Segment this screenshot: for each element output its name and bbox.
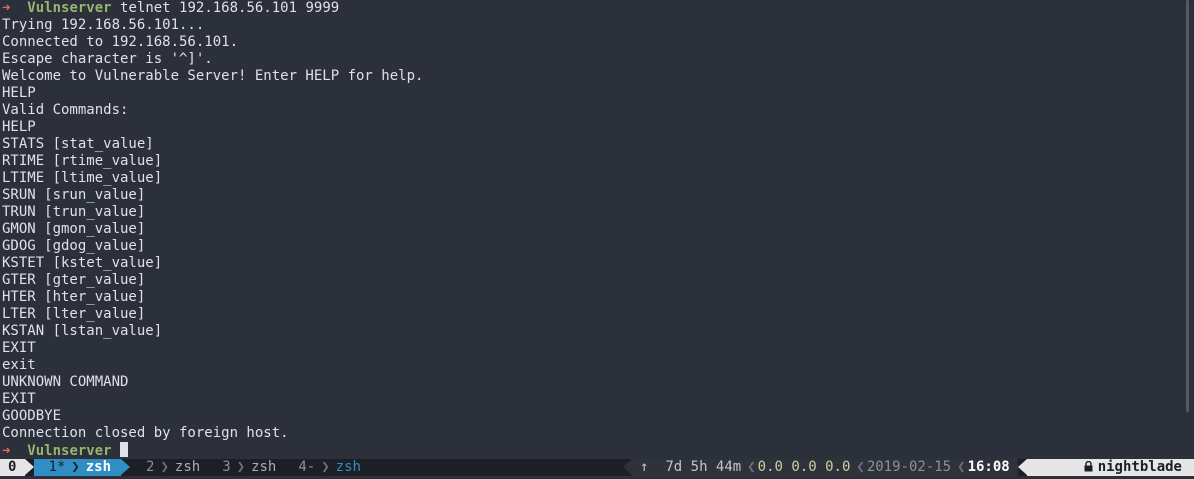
terminal-output[interactable]: ➜ Vulnserver telnet 192.168.56.101 9999 … <box>2 0 1178 459</box>
scrollbar-thumb[interactable] <box>1186 0 1189 412</box>
window-tab-4[interactable]: 4- ❯ zsh <box>282 459 367 476</box>
output-line: KSTET [kstet_value] <box>2 255 163 271</box>
window-index: 3 <box>222 459 231 475</box>
prompt-directory: Vulnserver <box>27 443 112 459</box>
output-line: Connection closed by foreign host. <box>2 425 289 441</box>
output-line: HELP <box>2 119 36 135</box>
window-tab-2[interactable]: 2 ❯ zsh <box>130 459 206 476</box>
output-line: Valid Commands: <box>2 102 129 118</box>
output-line: TRUN [trun_value] <box>2 204 146 220</box>
load-average: 0.0 0.0 0.0 <box>757 459 851 475</box>
lock-icon <box>1031 442 1098 479</box>
command-line: ➜ Vulnserver telnet 192.168.56.101 9999 <box>2 0 1178 17</box>
output-line: STATS [stat_value] <box>2 136 154 152</box>
output-line: Connected to 192.168.56.101. <box>2 34 239 50</box>
output-line: EXIT <box>2 391 36 407</box>
command-text: telnet 192.168.56.101 9999 <box>120 0 340 16</box>
scrollbar[interactable] <box>1183 0 1192 459</box>
output-line: EXIT <box>2 340 36 356</box>
chevron-right-icon: ❯ <box>236 459 246 475</box>
output-line: GMON [gmon_value] <box>2 221 146 237</box>
uptime: ↑ 7d 5h 44m <box>640 459 742 475</box>
output-line: GDOG [gdog_value] <box>2 238 146 254</box>
prompt-directory: Vulnserver <box>27 0 112 16</box>
chevron-right-icon: ❯ <box>160 459 169 475</box>
chevron-left-icon: ❮ <box>856 459 865 475</box>
window-name: zsh <box>85 459 112 475</box>
window-name: zsh <box>174 459 201 475</box>
prompt-arrow-icon: ➜ <box>2 0 11 16</box>
powerline-arrow-icon <box>623 459 633 475</box>
powerline-arrow-icon <box>25 459 35 475</box>
output-line: Trying 192.168.56.101... <box>2 17 205 33</box>
output-line: SRUN [srun_value] <box>2 187 146 203</box>
output-line: Welcome to Vulnerable Server! Enter HELP… <box>2 68 424 84</box>
output-line: LTER [lter_value] <box>2 306 146 322</box>
output-line: HTER [hter_value] <box>2 289 146 305</box>
chevron-right-icon: ❯ <box>71 459 80 475</box>
chevron-right-icon: ❯ <box>321 459 330 475</box>
window-index: 4- <box>298 459 316 475</box>
window-tab-3[interactable]: 3 ❯ zsh <box>206 459 282 476</box>
output-line: KSTAN [lstan_value] <box>2 323 163 339</box>
window-name: zsh <box>251 459 277 475</box>
window-index: 2 <box>146 459 155 475</box>
output-line: LTIME [ltime_value] <box>2 170 163 186</box>
session-indicator: 0 <box>0 459 26 476</box>
powerline-arrow-icon <box>121 459 131 475</box>
output-line: GTER [gter_value] <box>2 272 146 288</box>
output-line: GOODBYE <box>2 408 62 424</box>
output-line: Escape character is '^]'. <box>2 51 213 67</box>
system-info: ↑ 7d 5h 44m ❮ 0.0 0.0 0.0 ❮ 2019-02-15 ❮ 16:08 <box>632 459 1018 476</box>
window-tab-1[interactable]: 1* ❯ zsh <box>34 459 122 476</box>
window-name: zsh <box>335 459 361 475</box>
hostname-badge: nightblade <box>1026 459 1194 476</box>
output-line: HELP <box>2 85 36 101</box>
text-cursor <box>120 442 129 457</box>
date: 2019-02-15 <box>866 459 952 475</box>
powerline-arrow-icon <box>1017 459 1027 475</box>
output-line: exit <box>2 357 36 373</box>
chevron-left-icon: ❮ <box>747 459 756 475</box>
prompt-arrow-icon: ➜ <box>2 443 11 459</box>
chevron-left-icon: ❮ <box>957 459 966 475</box>
clock: 16:08 <box>967 459 1010 475</box>
output-line: UNKNOWN COMMAND <box>2 374 129 390</box>
hostname: nightblade <box>1097 459 1182 475</box>
terminal-window[interactable]: ➜ Vulnserver telnet 192.168.56.101 9999 … <box>0 0 1194 479</box>
window-index: 1* <box>48 459 66 475</box>
tmux-status-bar: 0 1* ❯ zsh 2 ❯ zsh 3 ❯ zsh 4- ❯ zsh ↑ 7d 5h 44m ❮… <box>0 459 1194 476</box>
current-prompt[interactable]: ➜ Vulnserver <box>2 442 1178 459</box>
status-spacer <box>367 459 623 476</box>
output-line: RTIME [rtime_value] <box>2 153 163 169</box>
